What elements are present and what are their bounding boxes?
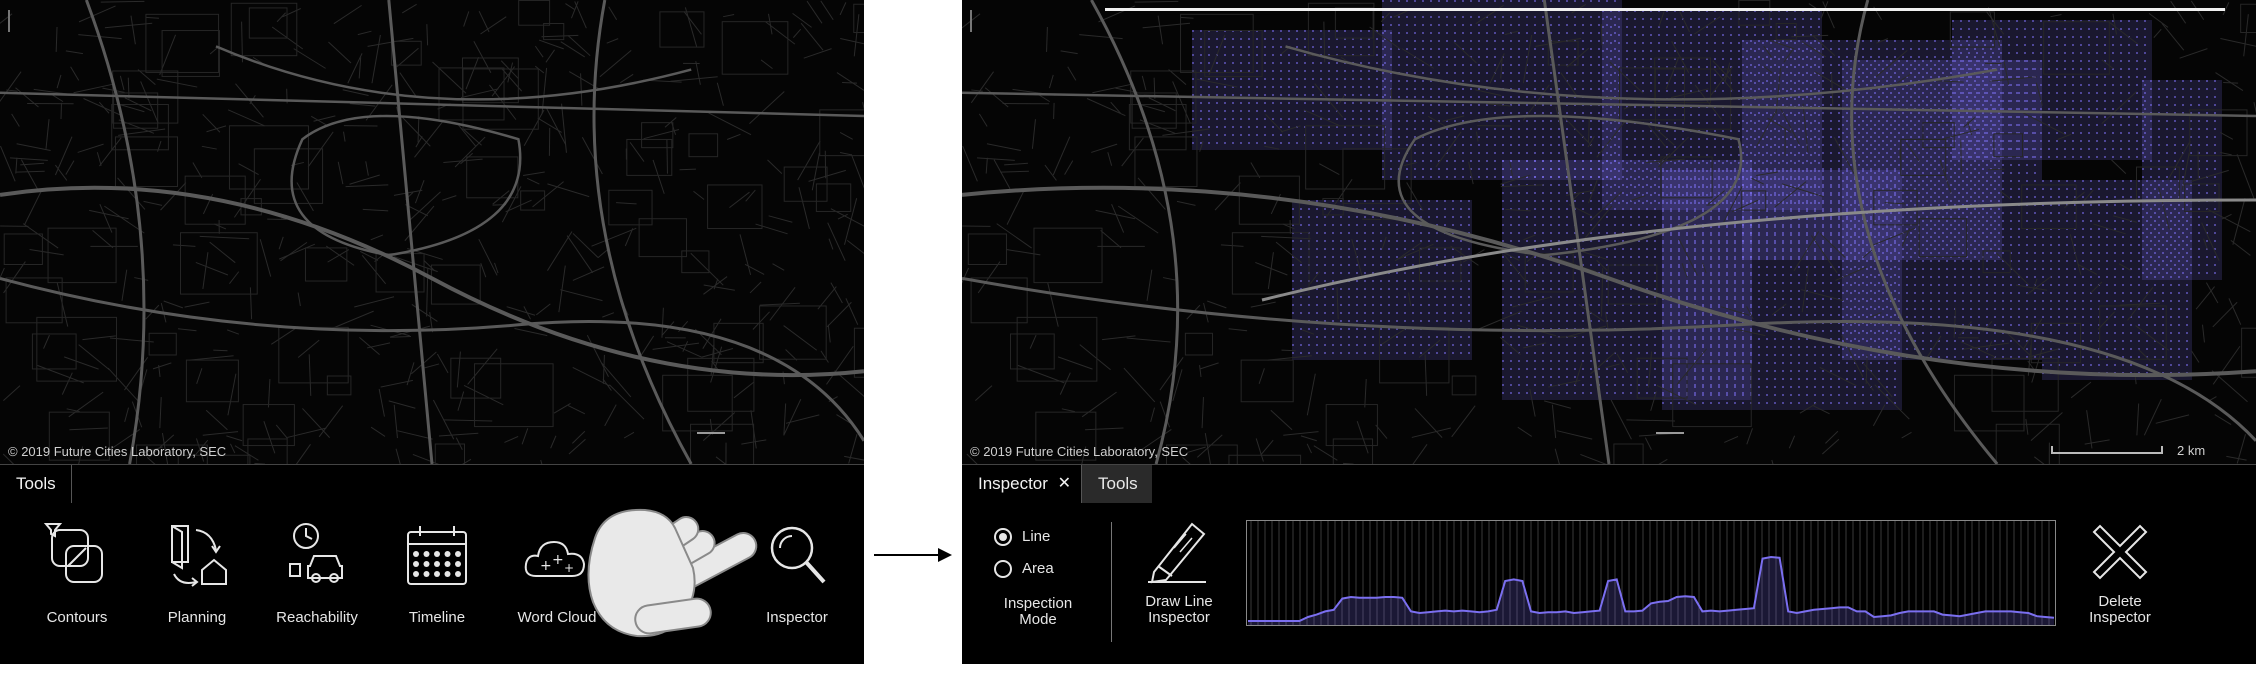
- bottom-tab-bar: Inspector ✕ Tools: [962, 464, 2256, 503]
- tool-label: Planning: [167, 609, 227, 626]
- scale-bar: [2051, 446, 2163, 454]
- left-screen: © 2019 Future Cities Laboratory, SEC Too…: [0, 0, 864, 664]
- attribution-text: © 2019 Future Cities Laboratory, SEC: [8, 444, 227, 459]
- radio-area-label: Area: [1022, 560, 1054, 577]
- svg-text:+: +: [552, 552, 564, 568]
- divider: [1111, 522, 1112, 642]
- tab-tools[interactable]: Tools: [1082, 465, 1152, 503]
- map-edge-mark: [8, 10, 10, 32]
- svg-text:+: +: [540, 558, 552, 574]
- profile-chart: [1246, 520, 2056, 626]
- tab-inspector-label: Inspector: [978, 474, 1048, 493]
- radio-line-control[interactable]: [994, 528, 1012, 547]
- radio-line-label: Line: [1022, 528, 1051, 545]
- tool-reachability[interactable]: Reachability: [262, 520, 372, 626]
- tool-contours[interactable]: Contours: [22, 520, 132, 626]
- tool-label: Timeline: [408, 609, 466, 626]
- map-view[interactable]: © 2019 Future Cities Laboratory, SEC: [0, 0, 864, 464]
- map-roads: [0, 0, 864, 464]
- tool-planning[interactable]: Planning: [142, 520, 252, 626]
- map-roads-heatmap: [962, 0, 2256, 464]
- close-icon[interactable]: ✕: [1058, 465, 1071, 503]
- arrow-right-icon: [874, 548, 952, 562]
- contours-icon: [43, 523, 103, 583]
- radio-area[interactable]: Area: [994, 560, 1054, 579]
- svg-text:+: +: [564, 561, 574, 575]
- map-edge-mark: [970, 10, 972, 32]
- delete-inspector-caption[interactable]: Delete Inspector: [2074, 594, 2166, 626]
- tool-label: Contours: [46, 609, 108, 626]
- scale-label: 2 km: [2177, 443, 2206, 458]
- profile-chart-svg: [1248, 521, 2055, 625]
- reachability-icon: [289, 523, 343, 583]
- planning-icon: [171, 525, 227, 587]
- tab-inspector[interactable]: Inspector ✕: [962, 465, 1082, 503]
- map-view[interactable]: 2 km © 2019 Future Cities Laboratory, SE…: [962, 0, 2256, 464]
- scale-bar: [697, 432, 725, 434]
- timeline-icon: [407, 526, 467, 585]
- tab-tools[interactable]: Tools: [0, 465, 72, 503]
- inspector-icon: [770, 526, 826, 584]
- radio-line[interactable]: Line: [994, 528, 1051, 547]
- draw-line-inspector-icon[interactable]: [1146, 518, 1210, 584]
- tool-timeline[interactable]: Timeline: [382, 520, 492, 626]
- pointing-hand-icon: [587, 508, 758, 638]
- inspection-mode-caption: Inspection Mode: [1003, 595, 1073, 628]
- radio-area-control[interactable]: [994, 560, 1012, 579]
- draw-line-inspector-caption[interactable]: Draw Line Inspector: [1134, 594, 1224, 626]
- tool-label: Reachability: [276, 609, 358, 626]
- inspection-line[interactable]: [1105, 8, 2225, 11]
- attribution-text: © 2019 Future Cities Laboratory, SEC: [970, 444, 1189, 459]
- scale-bar-marker: [1656, 432, 1684, 434]
- delete-icon[interactable]: [2088, 520, 2152, 584]
